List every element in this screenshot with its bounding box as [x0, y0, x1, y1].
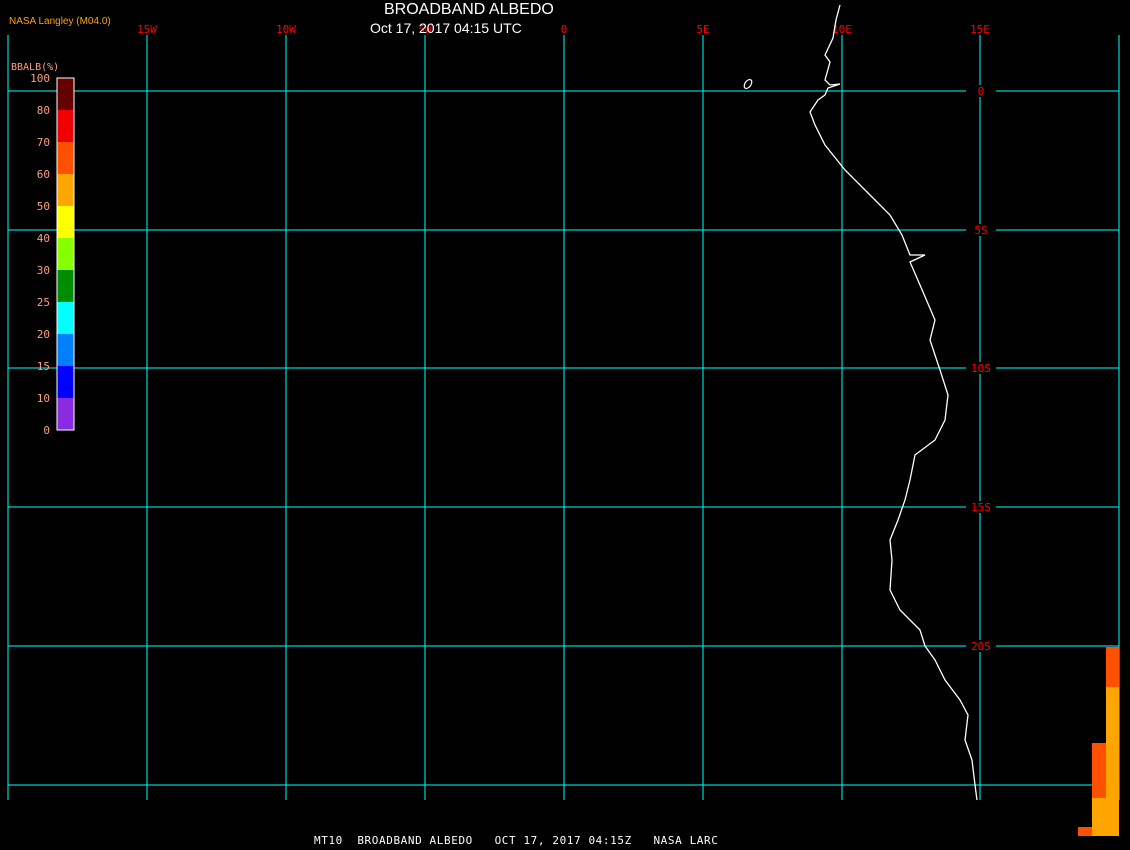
colorbar-swatch [57, 302, 74, 334]
latitude-label: 10S [971, 362, 991, 375]
latitude-label: 5S [974, 224, 987, 237]
colorbar-tick-label: 50 [37, 200, 50, 213]
longitude-label: 10W [276, 23, 296, 36]
colorbar-tick-label: 40 [37, 232, 50, 245]
colorbar-tick-label: 10 [37, 392, 50, 405]
latitude-label: 0 [978, 85, 985, 98]
longitude-label: 15E [970, 23, 990, 36]
brand-label: NASA Langley (M04.0) [9, 16, 111, 27]
map-title: BROADBAND ALBEDO [384, 1, 554, 18]
albedo-map: 15W 10W 5W 0 5E 10E 15E05S10S15S20S 1008070605… [7, 4, 1120, 836]
colorbar-tick-label: 80 [37, 104, 50, 117]
colorbar-swatch [57, 334, 74, 366]
colorbar-swatch [57, 78, 74, 110]
colorbar-swatch [57, 398, 74, 430]
footer-caption: MT10 BROADBAND ALBEDO OCT 17, 2017 04:15… [314, 834, 719, 847]
lat-lon-grid: 15W 10W 5W 0 5E 10E 15E05S10S15S20S [7, 23, 1120, 800]
colorbar-title: BBALB(%) [11, 62, 60, 73]
colorbar-swatch [57, 270, 74, 302]
colorbar-tick-label: 15 [37, 360, 50, 373]
albedo-pixels [1092, 798, 1106, 836]
colorbar-tick-label: 20 [37, 328, 50, 341]
colorbar-swatch [57, 366, 74, 398]
albedo-data-patch [1078, 647, 1119, 836]
colorbar-swatch [57, 110, 74, 142]
longitude-label: 5E [696, 23, 709, 36]
colorbar-tick-label: 0 [43, 424, 50, 437]
colorbar-swatch [57, 174, 74, 206]
colorbar-swatch [57, 142, 74, 174]
colorbar-swatch [57, 206, 74, 238]
colorbar-tick-label: 100 [30, 72, 50, 85]
longitude-label: 15W [137, 23, 157, 36]
albedo-pixels [1078, 827, 1092, 836]
coastline [809, 4, 978, 801]
colorbar-tick-label: 30 [37, 264, 50, 277]
colorbar-swatch [57, 238, 74, 270]
longitude-label: 0 [561, 23, 568, 36]
colorbar-tick-label: 70 [37, 136, 50, 149]
latitude-label: 15S [971, 501, 991, 514]
colorbar-tick-label: 25 [37, 296, 50, 309]
colorbar: 100807060504030252015100 [30, 72, 75, 437]
map-timestamp: Oct 17, 2017 04:15 UTC [370, 20, 522, 36]
island [743, 78, 753, 90]
albedo-pixels [1106, 647, 1119, 687]
colorbar-tick-label: 60 [37, 168, 50, 181]
latitude-label: 20S [971, 640, 991, 653]
